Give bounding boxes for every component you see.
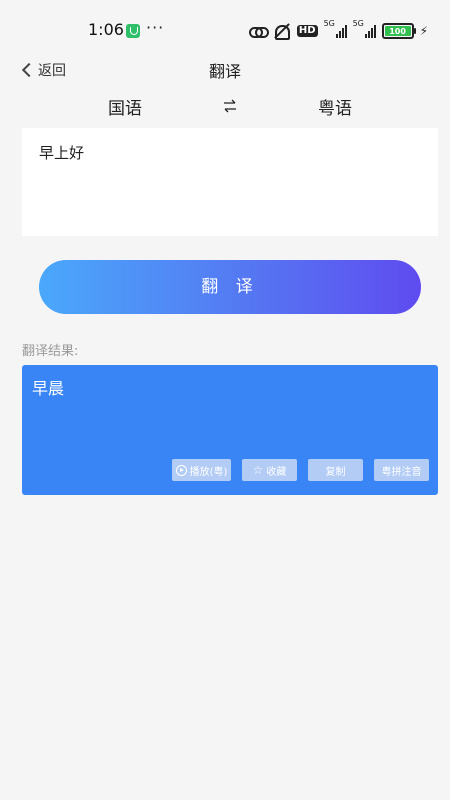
result-actions: 播放(粤) ☆ 收藏 复制 粤拼注音: [172, 459, 429, 481]
play-button[interactable]: 播放(粤): [172, 459, 231, 481]
play-label: 播放(粤): [189, 466, 228, 478]
bolt-icon: ⚡: [419, 24, 428, 38]
result-card: 早晨 播放(粤) ☆ 收藏 复制 粤拼注音: [22, 365, 438, 495]
more-notifications-icon: ···: [146, 18, 165, 37]
signal-icon: 5G: [324, 20, 347, 38]
favorite-button[interactable]: ☆ 收藏: [242, 459, 297, 481]
network-type-label: 5G: [323, 19, 335, 28]
battery-level: 100: [389, 26, 406, 36]
link-icon: [248, 25, 269, 38]
result-label: 翻译结果:: [22, 344, 79, 359]
star-icon: ☆: [252, 463, 264, 477]
source-language-button[interactable]: 国语: [108, 94, 142, 119]
pinyin-button[interactable]: 粤拼注音: [374, 459, 429, 481]
copy-label: 复制: [325, 466, 346, 478]
play-icon: [175, 464, 187, 476]
swap-icon[interactable]: [222, 98, 238, 114]
translate-button[interactable]: 翻 译: [39, 260, 421, 314]
hd-badge: HD: [296, 25, 318, 37]
pinyin-label: 粤拼注音: [381, 466, 422, 478]
favorite-label: 收藏: [266, 466, 287, 478]
signal-icon: 5G: [353, 20, 376, 38]
network-type-label: 5G: [352, 19, 364, 28]
nav-bar: 返回 翻译: [0, 54, 450, 84]
source-text-input[interactable]: 早上好: [22, 128, 438, 236]
result-text: 早晨: [32, 379, 65, 398]
status-time: 1:06: [88, 20, 124, 39]
status-bar: 1:06 ··· HD 5G 5G 100 ⚡: [0, 0, 450, 62]
battery-icon: 100: [381, 23, 416, 39]
language-selector: 国语 粤语: [0, 92, 450, 120]
shield-icon: [126, 24, 140, 38]
mute-icon: [273, 23, 291, 40]
copy-button[interactable]: 复制: [308, 459, 363, 481]
target-language-button[interactable]: 粤语: [318, 94, 352, 119]
page-title: 翻译: [208, 62, 241, 81]
status-icons: HD 5G 5G 100 ⚡: [248, 20, 428, 40]
